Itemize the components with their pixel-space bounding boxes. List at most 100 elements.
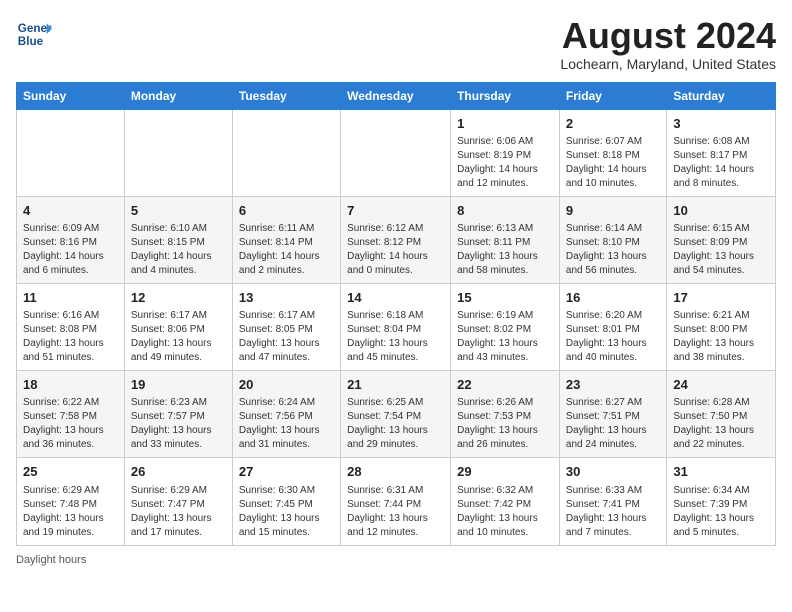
day-info: Sunrise: 6:28 AM Sunset: 7:50 PM Dayligh… — [673, 396, 769, 452]
day-info: Sunrise: 6:27 AM Sunset: 7:51 PM Dayligh… — [566, 396, 660, 452]
day-info: Sunrise: 6:14 AM Sunset: 8:10 PM Dayligh… — [566, 222, 660, 278]
day-info: Sunrise: 6:08 AM Sunset: 8:17 PM Dayligh… — [673, 135, 769, 191]
day-cell: 24Sunrise: 6:28 AM Sunset: 7:50 PM Dayli… — [667, 371, 776, 458]
day-number: 13 — [239, 289, 334, 307]
day-cell: 4 Sunrise: 6:09 AM Sunset: 8:16 PM Daylig… — [17, 196, 125, 283]
day-number: 26 — [131, 463, 226, 481]
day-info: Sunrise: 6:17 AM Sunset: 8:06 PM Dayligh… — [131, 309, 226, 365]
day-number: 7 — [347, 202, 444, 220]
day-number: 25 — [23, 463, 118, 481]
day-info: Sunrise: 6:26 AM Sunset: 7:53 PM Dayligh… — [457, 396, 553, 452]
day-cell: 21Sunrise: 6:25 AM Sunset: 7:54 PM Dayli… — [341, 371, 451, 458]
day-number: 15 — [457, 289, 553, 307]
week-row-1: 1 Sunrise: 6:06 AM Sunset: 8:19 PM Daylig… — [17, 109, 776, 196]
day-number: 3 — [673, 115, 769, 133]
day-info: Sunrise: 6:09 AM Sunset: 8:16 PM Dayligh… — [23, 222, 118, 278]
day-number: 4 — [23, 202, 118, 220]
day-number: 5 — [131, 202, 226, 220]
logo-icon: General Blue — [16, 16, 52, 52]
day-cell — [17, 109, 125, 196]
calendar-body: 1 Sunrise: 6:06 AM Sunset: 8:19 PM Daylig… — [17, 109, 776, 545]
day-number: 19 — [131, 376, 226, 394]
day-number: 23 — [566, 376, 660, 394]
day-info: Sunrise: 6:12 AM Sunset: 8:12 PM Dayligh… — [347, 222, 444, 278]
week-row-4: 18Sunrise: 6:22 AM Sunset: 7:58 PM Dayli… — [17, 371, 776, 458]
day-number: 17 — [673, 289, 769, 307]
day-info: Sunrise: 6:34 AM Sunset: 7:39 PM Dayligh… — [673, 484, 769, 540]
day-number: 8 — [457, 202, 553, 220]
month-year: August 2024 — [560, 16, 776, 56]
day-cell: 28 Sunrise: 6:31 AM Sunset: 7:44 PM Dayli… — [341, 458, 451, 545]
location: Lochearn, Maryland, United States — [560, 56, 776, 72]
day-cell: 26Sunrise: 6:29 AM Sunset: 7:47 PM Dayli… — [124, 458, 232, 545]
day-number: 6 — [239, 202, 334, 220]
week-row-2: 4 Sunrise: 6:09 AM Sunset: 8:16 PM Daylig… — [17, 196, 776, 283]
col-header-monday: Monday — [124, 82, 232, 109]
day-number: 16 — [566, 289, 660, 307]
day-cell: 10Sunrise: 6:15 AM Sunset: 8:09 PM Dayli… — [667, 196, 776, 283]
day-info: Sunrise: 6:16 AM Sunset: 8:08 PM Dayligh… — [23, 309, 118, 365]
day-cell — [341, 109, 451, 196]
day-cell: 30 Sunrise: 6:33 AM Sunset: 7:41 PM Dayli… — [559, 458, 666, 545]
day-number: 9 — [566, 202, 660, 220]
day-cell: 8 Sunrise: 6:13 AM Sunset: 8:11 PM Daylig… — [451, 196, 560, 283]
day-number: 11 — [23, 289, 118, 307]
day-number: 12 — [131, 289, 226, 307]
col-header-wednesday: Wednesday — [341, 82, 451, 109]
day-cell: 14Sunrise: 6:18 AM Sunset: 8:04 PM Dayli… — [341, 283, 451, 370]
day-info: Sunrise: 6:22 AM Sunset: 7:58 PM Dayligh… — [23, 396, 118, 452]
day-info: Sunrise: 6:32 AM Sunset: 7:42 PM Dayligh… — [457, 484, 553, 540]
day-info: Sunrise: 6:11 AM Sunset: 8:14 PM Dayligh… — [239, 222, 334, 278]
day-number: 14 — [347, 289, 444, 307]
day-number: 28 — [347, 463, 444, 481]
day-info: Sunrise: 6:17 AM Sunset: 8:05 PM Dayligh… — [239, 309, 334, 365]
day-info: Sunrise: 6:10 AM Sunset: 8:15 PM Dayligh… — [131, 222, 226, 278]
day-cell: 2Sunrise: 6:07 AM Sunset: 8:18 PM Daylig… — [559, 109, 666, 196]
week-row-3: 11 Sunrise: 6:16 AM Sunset: 8:08 PM Dayli… — [17, 283, 776, 370]
day-cell: 13 Sunrise: 6:17 AM Sunset: 8:05 PM Dayli… — [232, 283, 340, 370]
day-number: 22 — [457, 376, 553, 394]
day-cell: 31 Sunrise: 6:34 AM Sunset: 7:39 PM Dayli… — [667, 458, 776, 545]
day-cell: 23 Sunrise: 6:27 AM Sunset: 7:51 PM Dayli… — [559, 371, 666, 458]
day-info: Sunrise: 6:19 AM Sunset: 8:02 PM Dayligh… — [457, 309, 553, 365]
day-cell: 11 Sunrise: 6:16 AM Sunset: 8:08 PM Dayli… — [17, 283, 125, 370]
day-cell: 29Sunrise: 6:32 AM Sunset: 7:42 PM Dayli… — [451, 458, 560, 545]
day-info: Sunrise: 6:24 AM Sunset: 7:56 PM Dayligh… — [239, 396, 334, 452]
day-cell: 22 Sunrise: 6:26 AM Sunset: 7:53 PM Dayli… — [451, 371, 560, 458]
day-cell: 18Sunrise: 6:22 AM Sunset: 7:58 PM Dayli… — [17, 371, 125, 458]
day-info: Sunrise: 6:06 AM Sunset: 8:19 PM Dayligh… — [457, 135, 553, 191]
col-header-tuesday: Tuesday — [232, 82, 340, 109]
day-number: 2 — [566, 115, 660, 133]
logo: General Blue General Blue — [16, 16, 52, 52]
day-cell — [232, 109, 340, 196]
day-cell: 1 Sunrise: 6:06 AM Sunset: 8:19 PM Daylig… — [451, 109, 560, 196]
footer-note: Daylight hours — [16, 554, 776, 566]
day-info: Sunrise: 6:30 AM Sunset: 7:45 PM Dayligh… — [239, 484, 334, 540]
day-info: Sunrise: 6:29 AM Sunset: 7:48 PM Dayligh… — [23, 484, 118, 540]
day-number: 31 — [673, 463, 769, 481]
day-cell: 19 Sunrise: 6:23 AM Sunset: 7:57 PM Dayli… — [124, 371, 232, 458]
day-cell: 15 Sunrise: 6:19 AM Sunset: 8:02 PM Dayli… — [451, 283, 560, 370]
svg-text:Blue: Blue — [18, 35, 44, 48]
day-number: 20 — [239, 376, 334, 394]
day-number: 30 — [566, 463, 660, 481]
week-row-5: 25 Sunrise: 6:29 AM Sunset: 7:48 PM Dayli… — [17, 458, 776, 545]
day-info: Sunrise: 6:31 AM Sunset: 7:44 PM Dayligh… — [347, 484, 444, 540]
day-cell: 17Sunrise: 6:21 AM Sunset: 8:00 PM Dayli… — [667, 283, 776, 370]
day-info: Sunrise: 6:25 AM Sunset: 7:54 PM Dayligh… — [347, 396, 444, 452]
day-info: Sunrise: 6:13 AM Sunset: 8:11 PM Dayligh… — [457, 222, 553, 278]
day-cell: 12 Sunrise: 6:17 AM Sunset: 8:06 PM Dayli… — [124, 283, 232, 370]
day-cell: 20 Sunrise: 6:24 AM Sunset: 7:56 PM Dayli… — [232, 371, 340, 458]
day-cell: 5 Sunrise: 6:10 AM Sunset: 8:15 PM Daylig… — [124, 196, 232, 283]
day-info: Sunrise: 6:20 AM Sunset: 8:01 PM Dayligh… — [566, 309, 660, 365]
day-cell: 16 Sunrise: 6:20 AM Sunset: 8:01 PM Dayli… — [559, 283, 666, 370]
day-cell: 25 Sunrise: 6:29 AM Sunset: 7:48 PM Dayli… — [17, 458, 125, 545]
day-cell: 6 Sunrise: 6:11 AM Sunset: 8:14 PM Daylig… — [232, 196, 340, 283]
day-number: 1 — [457, 115, 553, 133]
day-info: Sunrise: 6:23 AM Sunset: 7:57 PM Dayligh… — [131, 396, 226, 452]
day-info: Sunrise: 6:33 AM Sunset: 7:41 PM Dayligh… — [566, 484, 660, 540]
page-header: General Blue General Blue August 2024 Lo… — [16, 16, 776, 72]
title-block: August 2024 Lochearn, Maryland, United S… — [560, 16, 776, 72]
calendar-table: SundayMondayTuesdayWednesdayThursdayFrid… — [16, 82, 776, 546]
day-number: 27 — [239, 463, 334, 481]
